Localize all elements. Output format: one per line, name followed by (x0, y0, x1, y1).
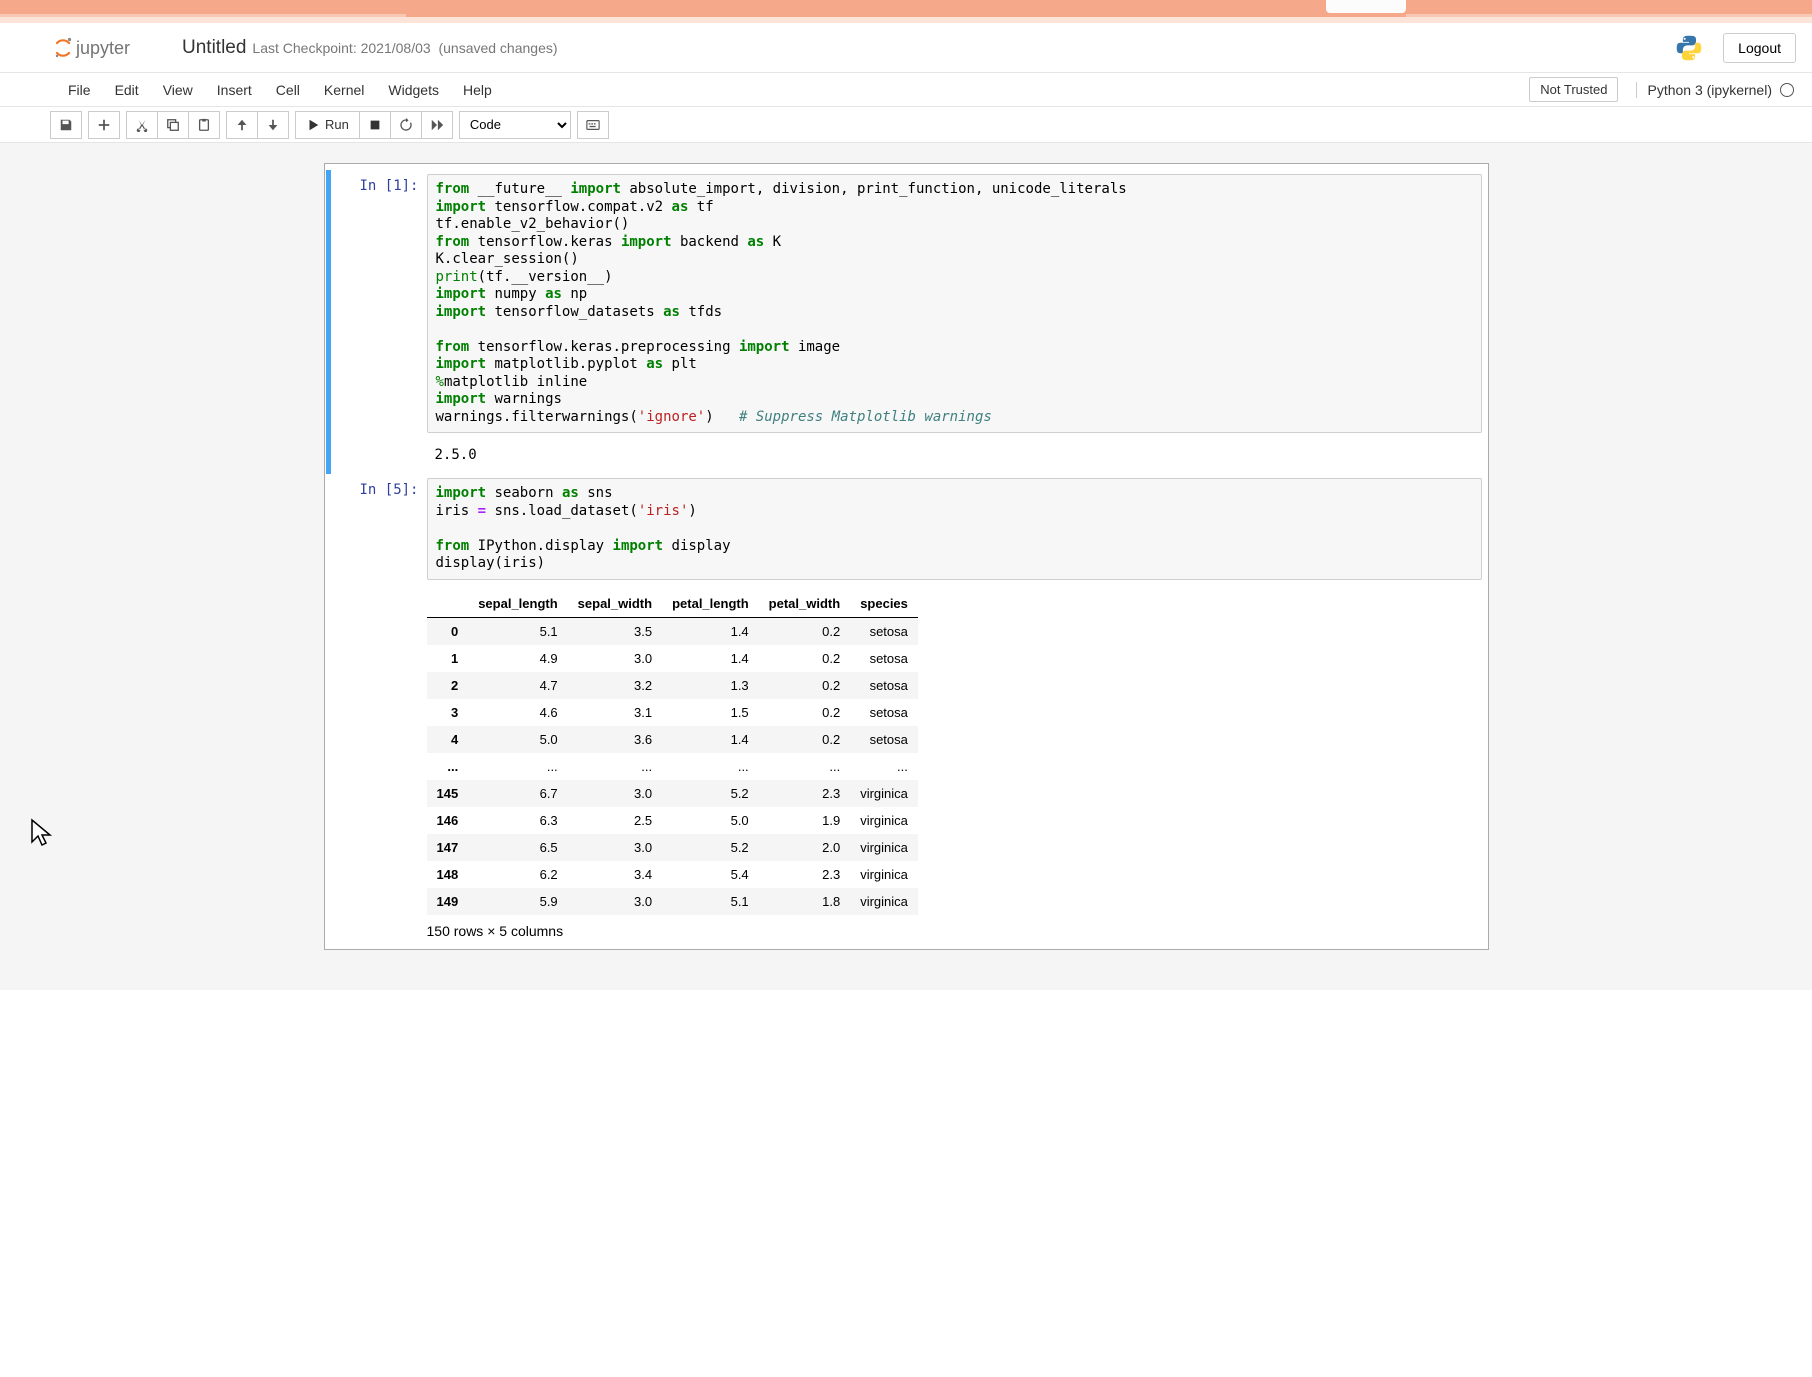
menu-insert[interactable]: Insert (205, 73, 264, 107)
python-icon (1675, 34, 1703, 62)
move-down-button[interactable] (257, 111, 289, 139)
copy-button[interactable] (157, 111, 189, 139)
menu-help[interactable]: Help (451, 73, 504, 107)
output-cell: sepal_lengthsepal_widthpetal_lengthpetal… (331, 584, 1482, 943)
table-row: 1486.23.45.42.3virginica (427, 861, 918, 888)
add-cell-button[interactable] (88, 111, 120, 139)
top-banner (0, 0, 1812, 17)
checkpoint-text: Last Checkpoint: 2021/08/03 (unsaved cha… (252, 40, 557, 56)
menu-cell[interactable]: Cell (264, 73, 312, 107)
cell-type-select[interactable]: Code (459, 111, 571, 139)
table-row: 14.93.01.40.2setosa (427, 645, 918, 672)
menu-kernel[interactable]: Kernel (312, 73, 376, 107)
code-input[interactable]: from __future__ import absolute_import, … (427, 174, 1482, 433)
table-row: 1495.93.05.11.8virginica (427, 888, 918, 915)
table-row: 1476.53.05.22.0virginica (427, 834, 918, 861)
kernel-name[interactable]: Python 3 (ipykernel) (1636, 82, 1772, 98)
restart-button[interactable] (390, 111, 422, 139)
menu-file[interactable]: File (56, 73, 103, 107)
menu-view[interactable]: View (151, 73, 205, 107)
input-prompt: In [1]: (331, 174, 427, 433)
run-button[interactable]: Run (295, 111, 360, 139)
table-row: 34.63.11.50.2setosa (427, 699, 918, 726)
code-cell[interactable]: In [1]: from __future__ import absolute_… (326, 170, 1482, 437)
column-header: sepal_width (568, 590, 662, 618)
dataframe-table: sepal_lengthsepal_widthpetal_lengthpetal… (427, 590, 918, 915)
stream-output: 2.5.0 (427, 441, 1482, 470)
dataframe-caption: 150 rows × 5 columns (427, 915, 1482, 939)
table-row: .................. (427, 753, 918, 780)
column-header: petal_width (759, 590, 851, 618)
table-row: 05.13.51.40.2setosa (427, 617, 918, 645)
cut-button[interactable] (126, 111, 158, 139)
menu-widgets[interactable]: Widgets (376, 73, 451, 107)
output-prompt (331, 441, 427, 470)
logout-button[interactable]: Logout (1723, 33, 1796, 63)
table-row: 45.03.61.40.2setosa (427, 726, 918, 753)
paste-button[interactable] (188, 111, 220, 139)
notebook: In [1]: from __future__ import absolute_… (324, 163, 1489, 950)
jupyter-logo[interactable]: jupyter (54, 34, 164, 62)
kernel-indicator-icon (1780, 83, 1794, 97)
menubar: FileEditViewInsertCellKernelWidgetsHelp … (0, 73, 1812, 107)
menu-edit[interactable]: Edit (103, 73, 151, 107)
not-trusted-button[interactable]: Not Trusted (1529, 77, 1618, 102)
column-header (427, 590, 469, 618)
move-up-button[interactable] (226, 111, 258, 139)
command-palette-button[interactable] (577, 111, 609, 139)
code-input[interactable]: import seaborn as sns iris = sns.load_da… (427, 478, 1482, 580)
restart-run-all-button[interactable] (421, 111, 453, 139)
column-header: petal_length (662, 590, 759, 618)
notebook-container: In [1]: from __future__ import absolute_… (0, 143, 1812, 990)
header: jupyter Untitled Last Checkpoint: 2021/0… (0, 23, 1812, 73)
input-prompt: In [5]: (331, 478, 427, 580)
code-cell[interactable]: In [5]: import seaborn as sns iris = sns… (331, 474, 1482, 584)
table-row: 1466.32.55.01.9virginica (427, 807, 918, 834)
notebook-title[interactable]: Untitled (182, 37, 246, 59)
column-header: sepal_length (468, 590, 567, 618)
table-row: 24.73.21.30.2setosa (427, 672, 918, 699)
table-row: 1456.73.05.22.3virginica (427, 780, 918, 807)
save-button[interactable] (50, 111, 82, 139)
output-cell: 2.5.0 (326, 437, 1482, 474)
svg-text:jupyter: jupyter (75, 38, 130, 58)
column-header: species (850, 590, 918, 618)
interrupt-button[interactable] (359, 111, 391, 139)
toolbar: Run Code (0, 107, 1812, 143)
output-prompt (331, 588, 427, 939)
